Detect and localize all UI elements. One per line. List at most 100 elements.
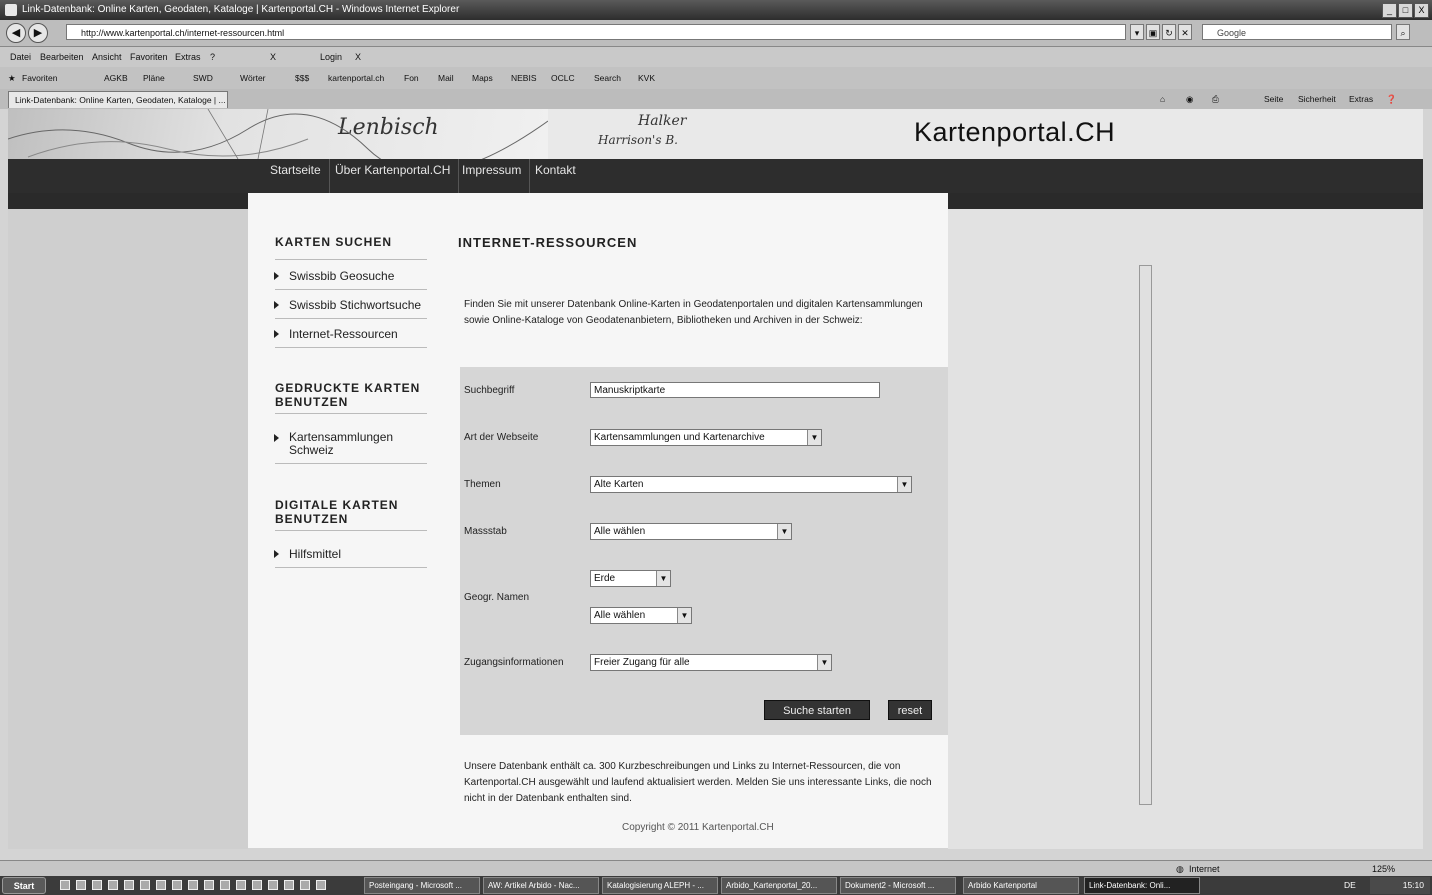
sidebar-item-swissbib-geosuche[interactable]: Swissbib Geosuche: [274, 269, 394, 283]
menu-extras[interactable]: Extras: [175, 47, 201, 67]
feeds-icon[interactable]: ◉: [1186, 89, 1193, 109]
zoom-level[interactable]: 125%: [1372, 861, 1395, 877]
geo-select-1[interactable]: Erde ▼: [590, 570, 671, 587]
nav-startseite[interactable]: Startseite: [262, 159, 330, 193]
scrollbar[interactable]: [1139, 265, 1152, 805]
fav-item[interactable]: SWD: [193, 67, 213, 89]
sidebar-item-internet-ressourcen[interactable]: Internet-Ressourcen: [274, 327, 398, 341]
menu-help[interactable]: ?: [210, 47, 215, 67]
task-button-active[interactable]: Link-Datenbank: Onli...: [1084, 877, 1200, 894]
menu-bearbeiten[interactable]: Bearbeiten: [40, 47, 84, 67]
start-button[interactable]: Start: [2, 877, 46, 894]
print-icon[interactable]: ⎙: [1212, 89, 1219, 109]
quicklaunch-icon[interactable]: [236, 880, 246, 890]
close-x-icon[interactable]: X: [270, 47, 276, 67]
quicklaunch-icon[interactable]: [188, 880, 198, 890]
quicklaunch-icon[interactable]: [316, 880, 326, 890]
task-button[interactable]: Posteingang - Microsoft ...: [364, 877, 480, 894]
tab-bar: Link-Datenbank: Online Karten, Geodaten,…: [0, 89, 1432, 109]
fav-item[interactable]: AGKB: [104, 67, 128, 89]
fav-item[interactable]: Maps: [472, 67, 493, 89]
maximize-button[interactable]: □: [1398, 3, 1413, 18]
favorites-label[interactable]: Favoriten: [22, 67, 57, 89]
browser-tab[interactable]: Link-Datenbank: Online Karten, Geodaten,…: [8, 91, 228, 108]
close-button[interactable]: X: [1414, 3, 1429, 18]
sidebar-item-kartensammlungen[interactable]: Kartensammlungen Schweiz: [274, 431, 393, 457]
site-brand[interactable]: Kartenportal.CH: [914, 117, 1115, 148]
task-button[interactable]: Arbido_Kartenportal_20...: [721, 877, 837, 894]
fav-item[interactable]: $$$: [295, 67, 309, 89]
task-button[interactable]: Dokument2 - Microsoft ...: [840, 877, 956, 894]
refresh-icon[interactable]: ↻: [1162, 24, 1176, 40]
quicklaunch-icon[interactable]: [124, 880, 134, 890]
quicklaunch-icon[interactable]: [60, 880, 70, 890]
quicklaunch-icon[interactable]: [268, 880, 278, 890]
fav-item[interactable]: kartenportal.ch: [328, 67, 384, 89]
suchbegriff-input[interactable]: Manuskriptkarte: [590, 382, 880, 398]
compat-view-icon[interactable]: ▣: [1146, 24, 1160, 40]
quicklaunch-icon[interactable]: [92, 880, 102, 890]
page-menu[interactable]: Seite: [1264, 89, 1283, 109]
fav-item[interactable]: Pläne: [143, 67, 165, 89]
search-input[interactable]: Google: [1202, 24, 1392, 40]
back-arrow-icon[interactable]: ◀: [6, 23, 26, 43]
fav-item[interactable]: KVK: [638, 67, 655, 89]
home-icon[interactable]: ⌂: [1160, 89, 1165, 109]
login-link[interactable]: Login: [320, 47, 342, 67]
language-indicator[interactable]: DE: [1344, 876, 1356, 895]
clock: 15:10: [1370, 877, 1430, 894]
quicklaunch-icon[interactable]: [172, 880, 182, 890]
quicklaunch-icon[interactable]: [300, 880, 310, 890]
menu-favoriten[interactable]: Favoriten: [130, 47, 168, 67]
search-icon[interactable]: ⌕: [1396, 24, 1410, 40]
content-panel: KARTEN SUCHEN Swissbib Geosuche Swissbib…: [248, 193, 948, 848]
geo-select-2[interactable]: Alle wählen ▼: [590, 607, 692, 624]
help-icon[interactable]: ❓: [1386, 89, 1397, 109]
divider: [275, 347, 427, 348]
webseite-select[interactable]: Kartensammlungen und Kartenarchive ▼: [590, 429, 822, 446]
nav-ueber[interactable]: Über Kartenportal.CH: [327, 159, 460, 193]
safety-menu[interactable]: Sicherheit: [1298, 89, 1336, 109]
quicklaunch-icon[interactable]: [220, 880, 230, 890]
task-button[interactable]: AW: Artikel Arbido - Nac...: [483, 877, 599, 894]
sidebar-item-hilfsmittel[interactable]: Hilfsmittel: [274, 547, 341, 561]
stop-icon[interactable]: ✕: [1178, 24, 1192, 40]
sidebar-item-label: Schweiz: [289, 443, 334, 457]
submit-search-button[interactable]: Suche starten: [764, 700, 870, 720]
zugang-select[interactable]: Freier Zugang für alle ▼: [590, 654, 832, 671]
quicklaunch-icon[interactable]: [108, 880, 118, 890]
menu-datei[interactable]: Datei: [10, 47, 31, 67]
sidebar-item-swissbib-stichwortsuche[interactable]: Swissbib Stichwortsuche: [274, 298, 421, 312]
massstab-select[interactable]: Alle wählen ▼: [590, 523, 792, 540]
nav-impressum[interactable]: Impressum: [454, 159, 531, 193]
forward-arrow-icon[interactable]: ▶: [28, 23, 48, 43]
ie-icon: [5, 4, 17, 16]
minimize-button[interactable]: _: [1382, 3, 1397, 18]
heading-line: GEDRUCKTE KARTEN: [275, 381, 421, 395]
quicklaunch-icon[interactable]: [76, 880, 86, 890]
quicklaunch-icon[interactable]: [140, 880, 150, 890]
fav-item[interactable]: Mail: [438, 67, 454, 89]
favorites-star-icon[interactable]: ★: [8, 67, 16, 89]
quicklaunch-icon[interactable]: [204, 880, 214, 890]
themen-select[interactable]: Alte Karten ▼: [590, 476, 912, 493]
menu-ansicht[interactable]: Ansicht: [92, 47, 122, 67]
close-x-icon[interactable]: X: [355, 47, 361, 67]
quicklaunch-icon[interactable]: [284, 880, 294, 890]
task-button[interactable]: Arbido Kartenportal: [963, 877, 1079, 894]
sidebar-item-label: Swissbib Stichwortsuche: [289, 298, 422, 312]
quicklaunch-icon[interactable]: [252, 880, 262, 890]
tools-menu[interactable]: Extras: [1349, 89, 1373, 109]
fav-item[interactable]: OCLC: [551, 67, 575, 89]
address-input[interactable]: http://www.kartenportal.ch/internet-ress…: [66, 24, 1126, 40]
dropdown-icon[interactable]: ▾: [1130, 24, 1144, 40]
quicklaunch-icon[interactable]: [156, 880, 166, 890]
site-header: Lenbisch Harrison's B. Halker Kartenport…: [8, 109, 1423, 159]
reset-button[interactable]: reset: [888, 700, 932, 720]
nav-kontakt[interactable]: Kontakt: [527, 159, 584, 193]
fav-item[interactable]: Fon: [404, 67, 419, 89]
fav-item[interactable]: Wörter: [240, 67, 266, 89]
fav-item[interactable]: NEBIS: [511, 67, 537, 89]
task-button[interactable]: Katalogisierung ALEPH - ...: [602, 877, 718, 894]
fav-item[interactable]: Search: [594, 67, 621, 89]
